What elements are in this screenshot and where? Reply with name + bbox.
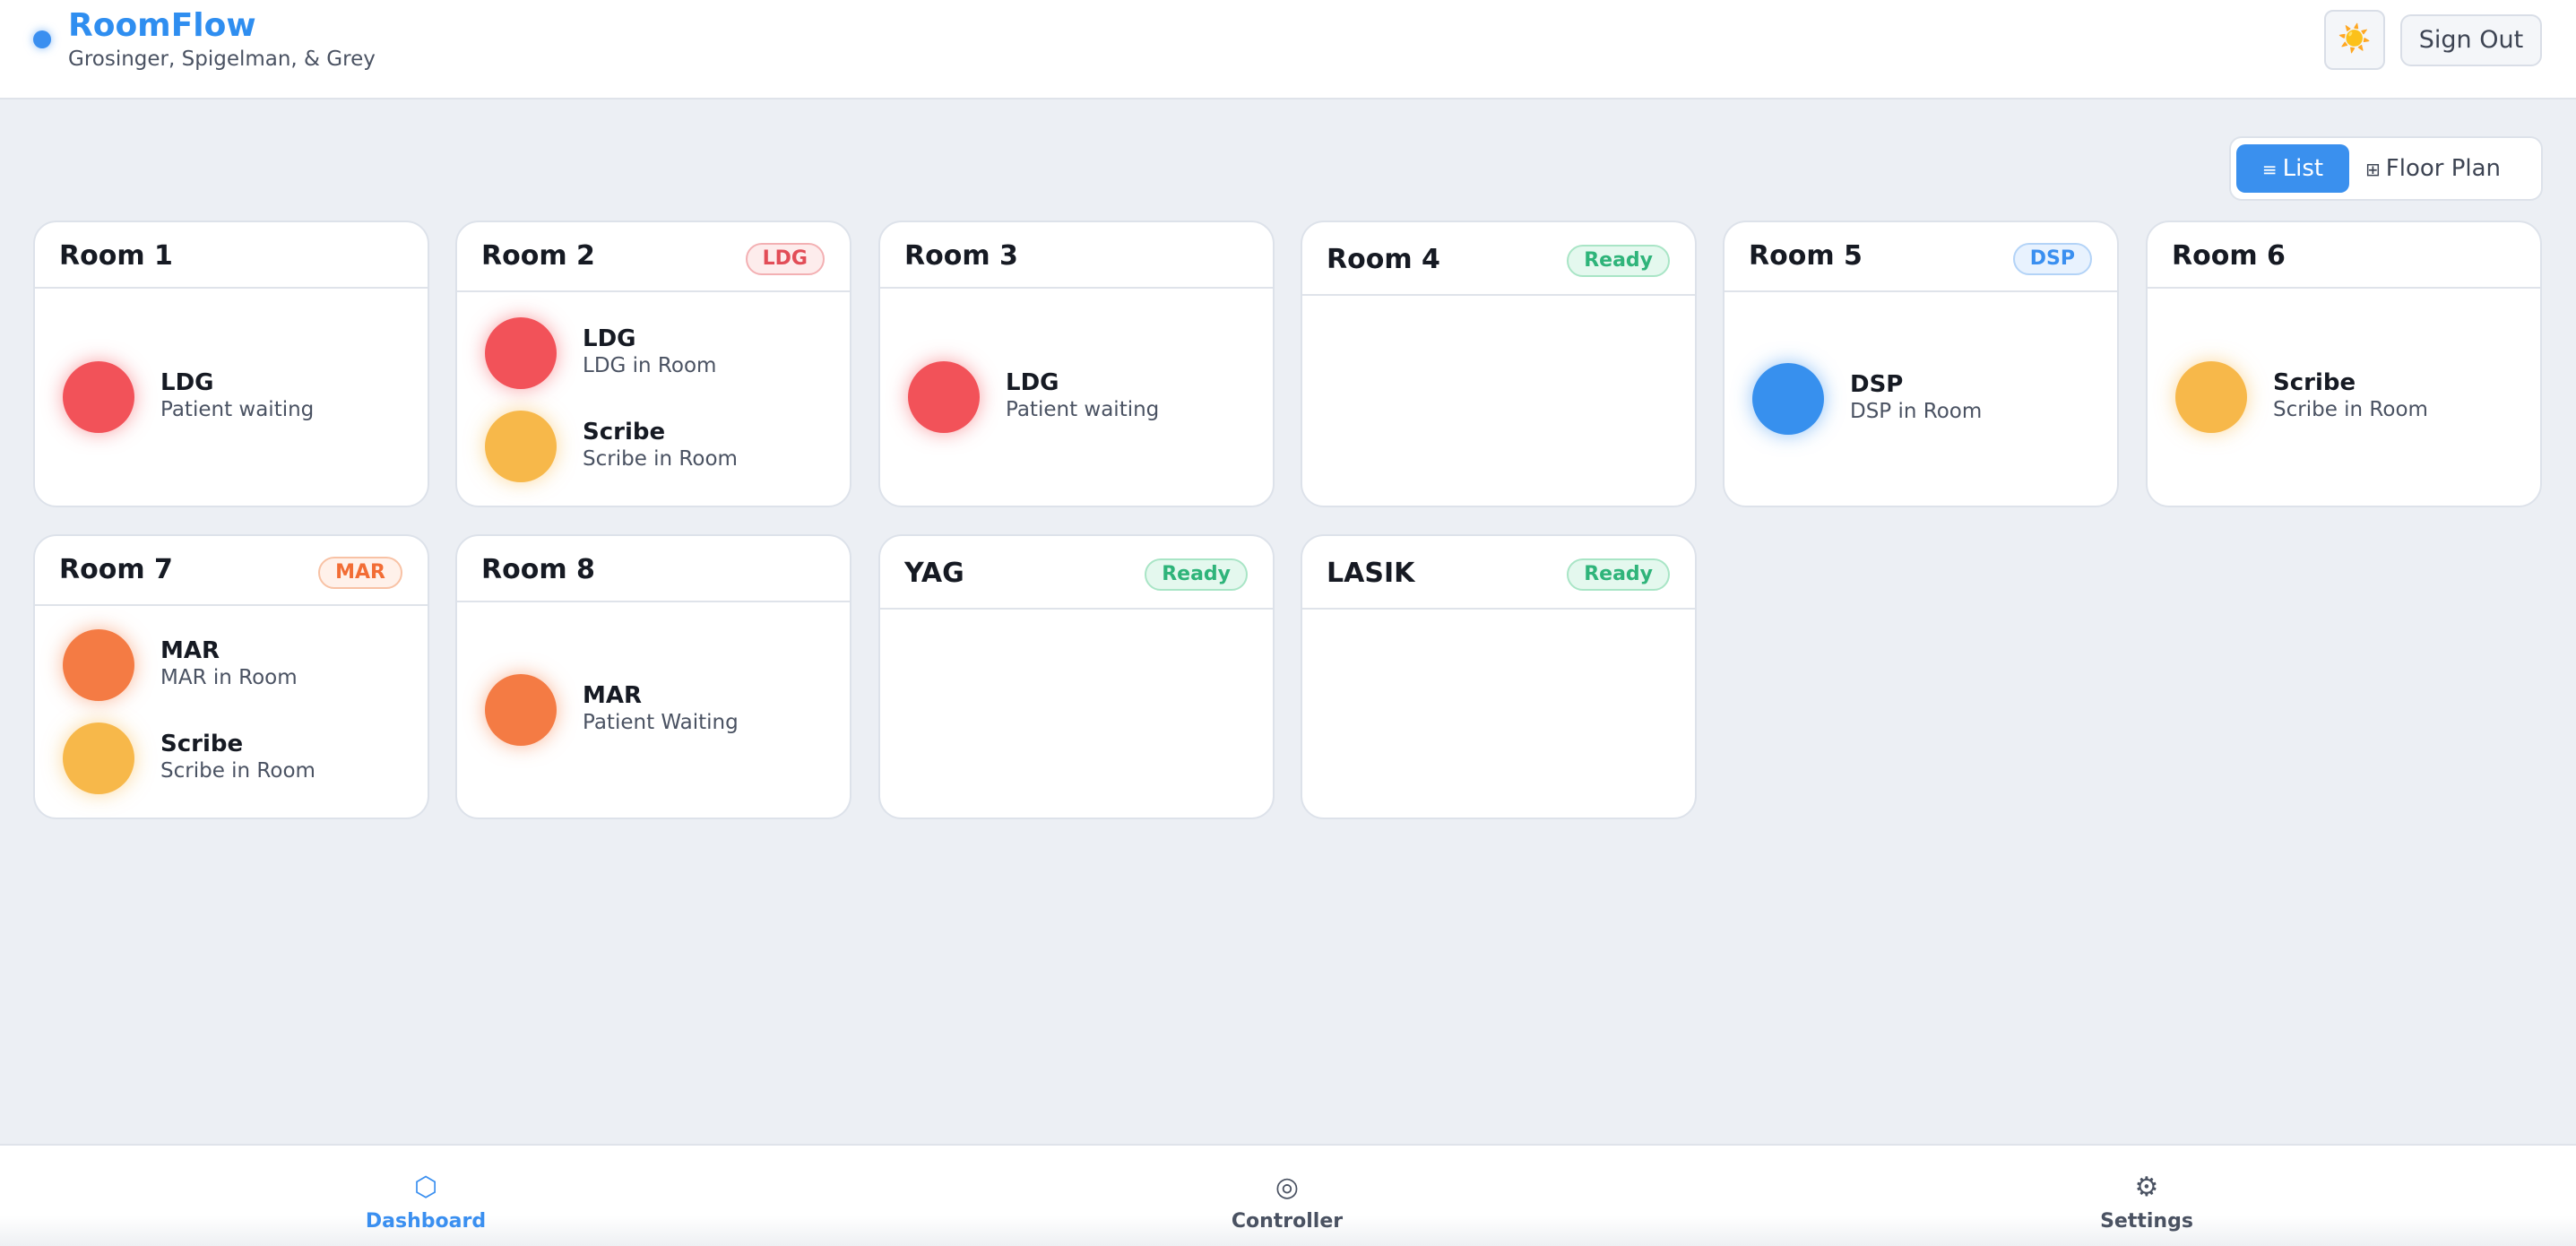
- entry-status: Scribe in Room: [583, 447, 738, 471]
- entry-status: Scribe in Room: [160, 759, 316, 783]
- status-dot-icon: [33, 30, 51, 48]
- room-card-header: YAG Ready: [880, 536, 1273, 610]
- room-name: Room 1: [59, 240, 173, 272]
- list-view-button[interactable]: ≡ List: [2236, 144, 2349, 193]
- entry-status: DSP in Room: [1850, 400, 1983, 423]
- room-entry: MAR Patient Waiting: [457, 674, 850, 746]
- room-card-room-5[interactable]: Room 5 DSP DSP DSP in Room: [1723, 221, 2119, 507]
- room-card-header: Room 5 DSP: [1725, 222, 2117, 292]
- room-entry: LDG Patient waiting: [880, 361, 1273, 433]
- room-card-room-1[interactable]: Room 1 LDG Patient waiting: [33, 221, 429, 507]
- entry-status: Patient waiting: [1006, 398, 1160, 421]
- mar-status-dot: [485, 674, 557, 746]
- nav-controller[interactable]: ◎ Controller: [1189, 1172, 1386, 1233]
- room-name: Room 3: [904, 240, 1018, 272]
- app-header: RoomFlow Grosinger, Spigelman, & Grey ☀️…: [0, 0, 2576, 100]
- nav-settings[interactable]: ⚙ Settings: [2048, 1172, 2245, 1233]
- sun-icon: ☀️: [2338, 23, 2372, 55]
- hexagon-icon: ⬡: [413, 1172, 438, 1203]
- room-card-room-8[interactable]: Room 8 MAR Patient Waiting: [455, 534, 851, 819]
- room-card-room-3[interactable]: Room 3 LDG Patient waiting: [878, 221, 1275, 507]
- room-card-header: Room 4 Ready: [1302, 222, 1695, 296]
- room-card-yag[interactable]: YAG Ready: [878, 534, 1275, 819]
- room-name: Room 8: [481, 554, 595, 585]
- room-card-room-6[interactable]: Room 6 Scribe Scribe in Room: [2146, 221, 2542, 507]
- floor-plan-view-label: Floor Plan: [2385, 155, 2502, 182]
- gear-icon: ⚙: [2134, 1172, 2159, 1203]
- entry-title: Scribe: [2273, 369, 2356, 396]
- room-entry: LDG Patient waiting: [35, 361, 428, 433]
- room-card-header: Room 2 LDG: [457, 222, 850, 292]
- room-card-room-2[interactable]: Room 2 LDG LDG LDG in Room Scribe Scribe…: [455, 221, 851, 507]
- room-name: YAG: [904, 558, 964, 589]
- theme-toggle-button[interactable]: ☀️: [2324, 10, 2385, 70]
- mar-status-dot: [63, 629, 134, 701]
- room-card-header: Room 1: [35, 222, 428, 289]
- room-entry: LDG LDG in Room: [457, 317, 850, 389]
- entry-status: LDG in Room: [583, 354, 717, 377]
- room-name: Room 6: [2172, 240, 2286, 272]
- scribe-status-dot: [63, 723, 134, 794]
- entry-title: Scribe: [583, 419, 666, 446]
- grid-icon: ⊞: [2365, 159, 2381, 180]
- nav-dashboard[interactable]: ⬡ Dashboard: [327, 1172, 524, 1233]
- room-entry: DSP DSP in Room: [1725, 363, 2117, 435]
- entry-status: Scribe in Room: [2273, 398, 2428, 421]
- room-entry: MAR MAR in Room: [35, 629, 428, 701]
- nav-label: Settings: [2100, 1210, 2193, 1233]
- floor-plan-view-button[interactable]: ⊞ Floor Plan: [2365, 144, 2537, 193]
- status-badge: LDG: [745, 243, 825, 275]
- room-card-header: Room 6: [2148, 222, 2540, 289]
- sign-out-button[interactable]: Sign Out: [2400, 14, 2542, 66]
- entry-title: MAR: [160, 637, 220, 664]
- ldg-status-dot: [908, 361, 980, 433]
- bottom-nav: ⬡ Dashboard ◎ Controller ⚙ Settings: [0, 1144, 2576, 1246]
- entry-title: LDG: [1006, 369, 1059, 396]
- view-toggle: ≡ List ⊞ Floor Plan: [2229, 136, 2543, 201]
- ready-badge: Ready: [1145, 558, 1248, 591]
- ldg-status-dot: [63, 361, 134, 433]
- room-name: LASIK: [1327, 558, 1415, 589]
- entry-title: LDG: [583, 325, 636, 352]
- entry-status: Patient Waiting: [583, 711, 739, 734]
- status-badge: DSP: [2012, 243, 2092, 275]
- scribe-status-dot: [2175, 361, 2247, 433]
- nav-label: Dashboard: [365, 1210, 487, 1233]
- entry-title: LDG: [160, 369, 214, 396]
- app-title: RoomFlow: [68, 7, 256, 44]
- room-card-room-7[interactable]: Room 7 MAR MAR MAR in Room Scribe Scribe…: [33, 534, 429, 819]
- entry-status: MAR in Room: [160, 666, 298, 689]
- room-card-lasik[interactable]: LASIK Ready: [1301, 534, 1697, 819]
- room-name: Room 4: [1327, 244, 1440, 275]
- entry-title: DSP: [1850, 371, 1904, 398]
- nav-label: Controller: [1231, 1210, 1344, 1233]
- practice-name: Grosinger, Spigelman, & Grey: [68, 48, 376, 71]
- room-card-header: Room 3: [880, 222, 1273, 289]
- entry-title: Scribe: [160, 731, 244, 757]
- room-entry: Scribe Scribe in Room: [2148, 361, 2540, 433]
- dsp-status-dot: [1752, 363, 1824, 435]
- ready-badge: Ready: [1567, 245, 1670, 277]
- list-view-label: List: [2282, 155, 2324, 182]
- room-name: Room 2: [481, 240, 595, 272]
- room-entry: Scribe Scribe in Room: [457, 411, 850, 482]
- target-icon: ◎: [1275, 1172, 1300, 1203]
- ready-badge: Ready: [1567, 558, 1670, 591]
- entry-status: Patient waiting: [160, 398, 315, 421]
- room-card-header: Room 7 MAR: [35, 536, 428, 606]
- status-badge: MAR: [318, 557, 402, 589]
- room-name: Room 5: [1749, 240, 1863, 272]
- scribe-status-dot: [485, 411, 557, 482]
- entry-title: MAR: [583, 682, 643, 709]
- room-card-room-4[interactable]: Room 4 Ready: [1301, 221, 1697, 507]
- room-card-header: LASIK Ready: [1302, 536, 1695, 610]
- list-icon: ≡: [2261, 159, 2278, 180]
- room-entry: Scribe Scribe in Room: [35, 723, 428, 794]
- room-card-header: Room 8: [457, 536, 850, 602]
- ldg-status-dot: [485, 317, 557, 389]
- room-name: Room 7: [59, 554, 173, 585]
